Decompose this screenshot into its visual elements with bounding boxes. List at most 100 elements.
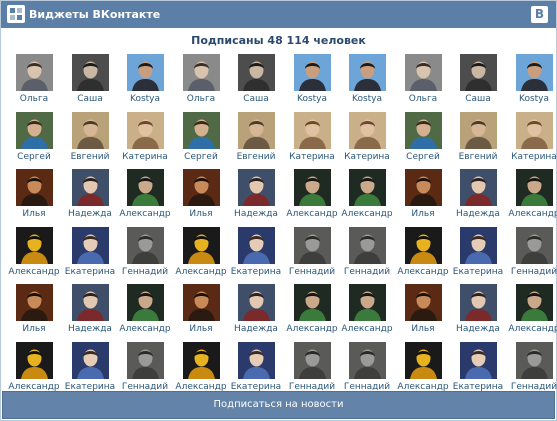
- subscriber-name[interactable]: Илья: [173, 209, 229, 220]
- subscriber-item[interactable]: Катерина: [506, 112, 557, 170]
- person-photo-icon[interactable]: [515, 169, 553, 206]
- subscriber-item[interactable]: Ольга: [395, 54, 451, 112]
- subscriber-item[interactable]: Екатерина: [450, 227, 506, 285]
- subscriber-name[interactable]: Илья: [6, 324, 62, 335]
- subscriber-name[interactable]: Саша: [228, 94, 284, 105]
- subscriber-item[interactable]: Геннадий: [506, 227, 557, 285]
- person-photo-icon[interactable]: [404, 227, 442, 264]
- subscriber-name[interactable]: Катерина: [506, 152, 557, 163]
- person-photo-icon[interactable]: [404, 54, 442, 91]
- subscriber-name[interactable]: Евгений: [228, 152, 284, 163]
- subscriber-item[interactable]: Надежда: [228, 169, 284, 227]
- person-photo-icon[interactable]: [515, 284, 553, 321]
- subscriber-name[interactable]: Александр: [173, 267, 229, 278]
- subscriber-item[interactable]: Сергей: [6, 112, 62, 170]
- person-photo-icon[interactable]: [126, 54, 164, 91]
- subscriber-item[interactable]: Александр: [339, 169, 395, 227]
- subscriber-name[interactable]: Надежда: [62, 209, 118, 220]
- subscriber-name[interactable]: Надежда: [228, 324, 284, 335]
- person-photo-icon[interactable]: [237, 112, 275, 149]
- person-photo-icon[interactable]: [515, 227, 553, 264]
- person-photo-icon[interactable]: [404, 112, 442, 149]
- person-photo-icon[interactable]: [237, 342, 275, 379]
- subscriber-item[interactable]: Геннадий: [117, 227, 173, 285]
- subscriber-name[interactable]: Сергей: [173, 152, 229, 163]
- subscriber-item[interactable]: Александр: [284, 284, 340, 342]
- person-photo-icon[interactable]: [182, 342, 220, 379]
- subscriber-name[interactable]: Илья: [6, 209, 62, 220]
- person-photo-icon[interactable]: [293, 169, 331, 206]
- person-photo-icon[interactable]: [459, 342, 497, 379]
- person-photo-icon[interactable]: [182, 284, 220, 321]
- subscriber-name[interactable]: Геннадий: [117, 267, 173, 278]
- subscriber-name[interactable]: Евгений: [62, 152, 118, 163]
- person-photo-icon[interactable]: [293, 227, 331, 264]
- subscriber-item[interactable]: Евгений: [62, 112, 118, 170]
- subscriber-item[interactable]: Александр: [339, 284, 395, 342]
- person-photo-icon[interactable]: [459, 169, 497, 206]
- person-photo-icon[interactable]: [293, 54, 331, 91]
- subscriber-name[interactable]: Сергей: [6, 152, 62, 163]
- person-photo-icon[interactable]: [15, 169, 53, 206]
- person-photo-icon[interactable]: [459, 112, 497, 149]
- subscriber-item[interactable]: Геннадий: [284, 227, 340, 285]
- person-photo-icon[interactable]: [404, 169, 442, 206]
- subscriber-item[interactable]: Александр: [395, 227, 451, 285]
- subscriber-name[interactable]: Ольга: [395, 94, 451, 105]
- subscriber-name[interactable]: Илья: [173, 324, 229, 335]
- person-photo-icon[interactable]: [15, 112, 53, 149]
- subscriber-item[interactable]: Илья: [395, 169, 451, 227]
- subscriber-item[interactable]: Ольга: [173, 54, 229, 112]
- subscriber-item[interactable]: Kostya: [117, 54, 173, 112]
- subscriber-item[interactable]: Екатерина: [62, 227, 118, 285]
- subscriber-name[interactable]: Илья: [395, 324, 451, 335]
- person-photo-icon[interactable]: [15, 342, 53, 379]
- subscriber-item[interactable]: Надежда: [62, 284, 118, 342]
- person-photo-icon[interactable]: [293, 284, 331, 321]
- subscriber-name[interactable]: Катерина: [117, 152, 173, 163]
- subscriber-name[interactable]: Евгений: [450, 152, 506, 163]
- person-photo-icon[interactable]: [515, 112, 553, 149]
- subscriber-item[interactable]: Сергей: [395, 112, 451, 170]
- subscriber-item[interactable]: Геннадий: [339, 227, 395, 285]
- subscriber-item[interactable]: Надежда: [450, 169, 506, 227]
- person-photo-icon[interactable]: [293, 112, 331, 149]
- person-photo-icon[interactable]: [237, 227, 275, 264]
- person-photo-icon[interactable]: [15, 227, 53, 264]
- subscriber-name[interactable]: Александр: [117, 324, 173, 335]
- subscriber-item[interactable]: Илья: [395, 284, 451, 342]
- subscriber-name[interactable]: Надежда: [450, 324, 506, 335]
- person-photo-icon[interactable]: [404, 342, 442, 379]
- subscriber-name[interactable]: Геннадий: [506, 267, 557, 278]
- subscriber-name[interactable]: Александр: [117, 209, 173, 220]
- subscriber-name[interactable]: Kostya: [284, 94, 340, 105]
- subscriber-name[interactable]: Екатерина: [228, 267, 284, 278]
- person-photo-icon[interactable]: [71, 342, 109, 379]
- subscriber-name[interactable]: Ольга: [6, 94, 62, 105]
- subscribe-button[interactable]: Подписаться на новости: [2, 391, 555, 419]
- subscriber-name[interactable]: Катерина: [284, 152, 340, 163]
- subscriber-item[interactable]: Катерина: [339, 112, 395, 170]
- subscriber-item[interactable]: Евгений: [228, 112, 284, 170]
- subscriber-item[interactable]: Саша: [450, 54, 506, 112]
- subscriber-item[interactable]: Сергей: [173, 112, 229, 170]
- subscriber-name[interactable]: Александр: [6, 267, 62, 278]
- person-photo-icon[interactable]: [348, 342, 386, 379]
- subscriber-item[interactable]: Евгений: [450, 112, 506, 170]
- subscriber-name[interactable]: Надежда: [228, 209, 284, 220]
- person-photo-icon[interactable]: [71, 54, 109, 91]
- subscriber-item[interactable]: Илья: [173, 169, 229, 227]
- person-photo-icon[interactable]: [237, 284, 275, 321]
- person-photo-icon[interactable]: [126, 112, 164, 149]
- person-photo-icon[interactable]: [459, 54, 497, 91]
- subscriber-item[interactable]: Илья: [6, 284, 62, 342]
- person-photo-icon[interactable]: [182, 169, 220, 206]
- subscriber-item[interactable]: Александр: [117, 169, 173, 227]
- person-photo-icon[interactable]: [348, 169, 386, 206]
- subscriber-name[interactable]: Александр: [284, 209, 340, 220]
- subscriber-name[interactable]: Надежда: [450, 209, 506, 220]
- subscriber-item[interactable]: Катерина: [117, 112, 173, 170]
- subscriber-item[interactable]: Александр: [506, 284, 557, 342]
- subscriber-item[interactable]: Надежда: [62, 169, 118, 227]
- person-photo-icon[interactable]: [71, 227, 109, 264]
